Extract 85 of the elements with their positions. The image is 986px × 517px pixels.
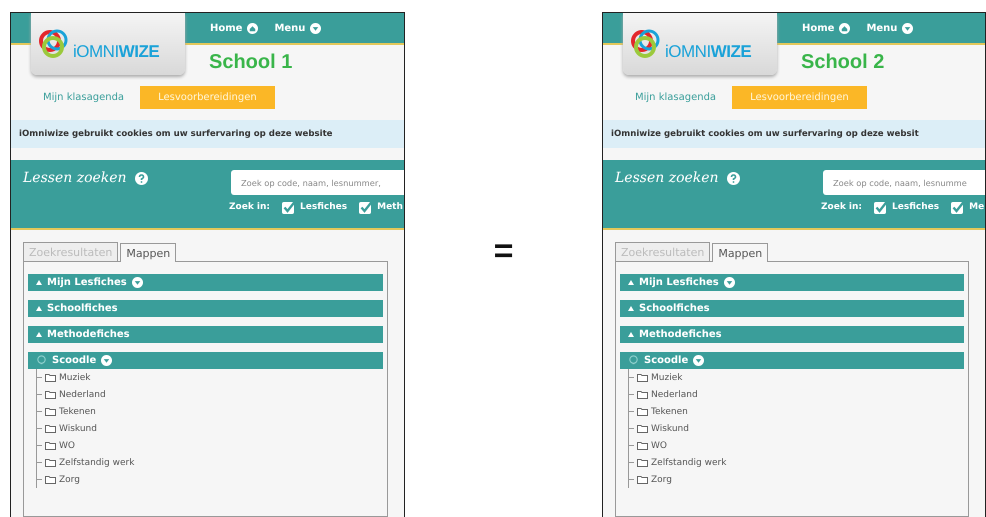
result-tab[interactable]: Mappen bbox=[120, 243, 176, 262]
folder-icon bbox=[45, 424, 56, 433]
folder-icon bbox=[45, 373, 56, 382]
search-title: Lessen zoeken bbox=[23, 170, 127, 186]
section-header[interactable]: Schoolfiches bbox=[620, 300, 964, 317]
folder-item[interactable]: Muziek bbox=[59, 372, 90, 382]
cookie-notice: iOmniwize gebruikt cookies om uw surfervaring op deze website bbox=[11, 120, 404, 148]
triangle-icon bbox=[628, 280, 634, 285]
home-icon bbox=[247, 22, 258, 34]
folder-item[interactable]: WO bbox=[651, 440, 667, 450]
help-icon[interactable] bbox=[134, 172, 148, 184]
nav-link[interactable]: Home bbox=[802, 22, 850, 34]
nav-tab[interactable]: Mijn klasagenda bbox=[635, 86, 716, 109]
folder-item[interactable]: Wiskund bbox=[651, 424, 689, 434]
nav-tab[interactable]: Lesvoorbereidingen bbox=[732, 86, 867, 109]
result-tab[interactable]: Mappen bbox=[712, 243, 768, 262]
folder-item[interactable]: Nederland bbox=[59, 390, 106, 400]
filter-checkbox[interactable]: Me bbox=[951, 200, 984, 214]
triangle-icon bbox=[36, 306, 42, 311]
folder-icon bbox=[45, 441, 56, 450]
folder-item[interactable]: Wiskund bbox=[59, 424, 97, 434]
folder-item[interactable]: Nederland bbox=[651, 390, 698, 400]
folder-icon bbox=[637, 475, 648, 484]
logo[interactable]: iOMNIWIZE bbox=[31, 13, 185, 75]
caret-icon bbox=[902, 22, 914, 34]
section-header[interactable]: Methodefiches bbox=[620, 326, 964, 343]
folder-icon bbox=[637, 390, 648, 399]
search-field[interactable]: Zoek op code, naam, lesnummer, bbox=[231, 170, 404, 195]
school-name: School 2 bbox=[801, 51, 886, 75]
checkbox[interactable] bbox=[359, 200, 374, 214]
folder-item[interactable]: Muziek bbox=[651, 372, 682, 382]
folder-icon bbox=[637, 458, 648, 467]
caret-icon bbox=[310, 22, 322, 34]
folder-icon bbox=[637, 441, 648, 450]
folder-item[interactable]: Zorg bbox=[651, 474, 672, 484]
folder-icon bbox=[637, 373, 648, 382]
folder-item[interactable]: Zelfstandig werk bbox=[651, 458, 726, 468]
triangle-icon bbox=[628, 332, 634, 337]
section-header[interactable]: Scoodle bbox=[620, 352, 964, 369]
triangle-icon bbox=[36, 332, 42, 337]
folder-item[interactable]: Tekenen bbox=[59, 406, 96, 416]
folder-icon bbox=[637, 407, 648, 416]
dropdown-icon bbox=[101, 355, 112, 366]
folder-item[interactable]: Tekenen bbox=[651, 406, 688, 416]
folder-icon bbox=[45, 390, 56, 399]
section-header[interactable]: Mijn Lesfiches bbox=[28, 274, 383, 291]
folder-icon bbox=[637, 424, 648, 433]
checkbox[interactable] bbox=[282, 200, 296, 214]
filter-checkbox[interactable]: Meth bbox=[359, 200, 403, 214]
filter-checkbox[interactable]: Lesfiches bbox=[874, 200, 940, 214]
nav-tab[interactable]: Lesvoorbereidingen bbox=[140, 86, 275, 109]
section-header[interactable]: Schoolfiches bbox=[28, 300, 383, 317]
nav-link[interactable]: Menu bbox=[866, 22, 914, 34]
section-header[interactable]: Mijn Lesfiches bbox=[620, 274, 964, 291]
section-header[interactable]: Scoodle bbox=[28, 352, 383, 369]
checkbox[interactable] bbox=[951, 200, 966, 214]
school-name: School 1 bbox=[209, 51, 294, 75]
dropdown-icon bbox=[132, 277, 143, 288]
dropdown-icon bbox=[724, 277, 735, 288]
nav-tab[interactable]: Mijn klasagenda bbox=[43, 86, 124, 109]
folder-icon bbox=[45, 475, 56, 484]
triangle-icon bbox=[36, 280, 42, 285]
checkbox[interactable] bbox=[874, 200, 888, 214]
folder-item[interactable]: Zorg bbox=[59, 474, 80, 484]
home-icon bbox=[839, 22, 850, 34]
search-title: Lessen zoeken bbox=[615, 170, 719, 186]
nav-link[interactable]: Menu bbox=[274, 22, 322, 34]
logo-wordmark: iOMNIWIZE bbox=[665, 42, 752, 62]
folder-item[interactable]: WO bbox=[59, 440, 75, 450]
search-field[interactable]: Zoek op code, naam, lesnumme bbox=[823, 170, 985, 195]
folder-icon bbox=[45, 407, 56, 416]
logo[interactable]: iOMNIWIZE bbox=[623, 13, 777, 75]
filter-label: Zoek in: bbox=[229, 202, 270, 212]
help-icon[interactable] bbox=[726, 172, 740, 184]
triangle-icon bbox=[628, 306, 634, 311]
nav-link[interactable]: Home bbox=[210, 22, 258, 34]
section-header[interactable]: Methodefiches bbox=[28, 326, 383, 343]
filter-label: Zoek in: bbox=[821, 202, 862, 212]
cookie-notice: iOmniwize gebruikt cookies om uw surfervaring op deze websit bbox=[603, 120, 985, 148]
equals-sign: = bbox=[494, 234, 514, 268]
logo-wordmark: iOMNIWIZE bbox=[73, 42, 160, 62]
filter-checkbox[interactable]: Lesfiches bbox=[282, 200, 348, 214]
dropdown-icon bbox=[693, 355, 704, 366]
folder-item[interactable]: Zelfstandig werk bbox=[59, 458, 134, 468]
folder-icon bbox=[45, 458, 56, 467]
